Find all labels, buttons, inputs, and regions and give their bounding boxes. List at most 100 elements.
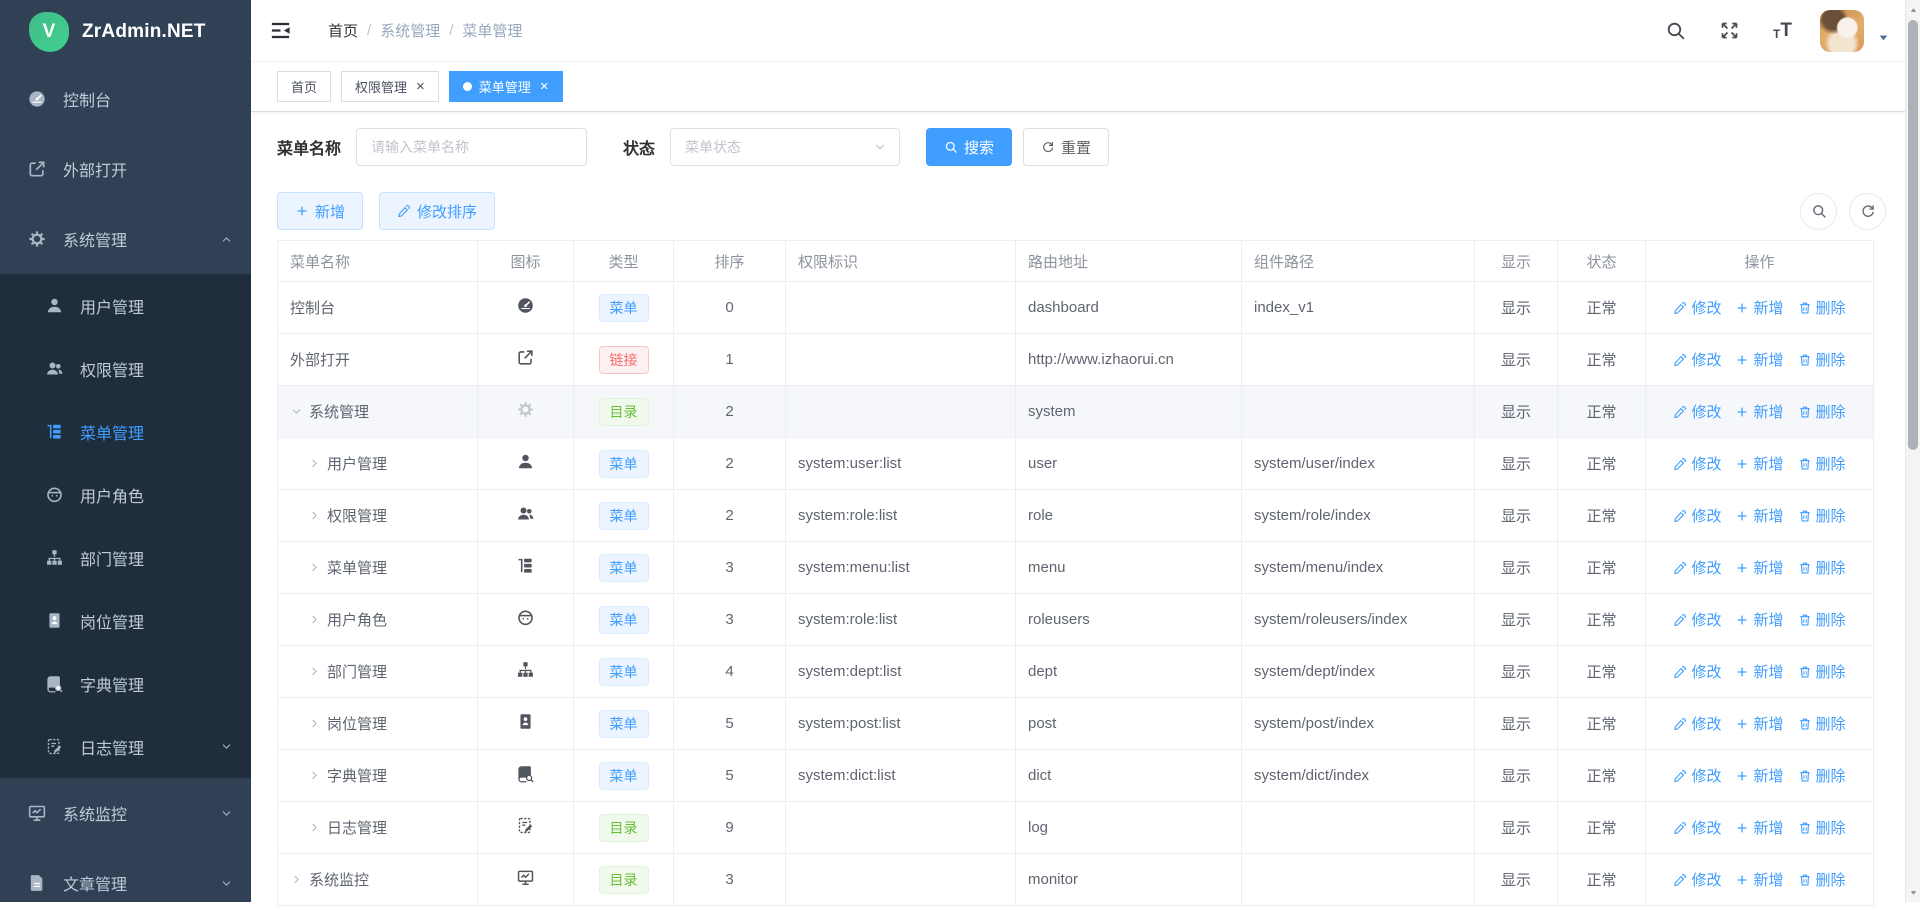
edit-link[interactable]: 修改 xyxy=(1673,817,1721,838)
add-link[interactable]: 新增 xyxy=(1735,817,1783,838)
delete-link[interactable]: 删除 xyxy=(1798,661,1846,682)
menu-type-cell: 菜单 xyxy=(574,282,674,334)
sidebar-item-dashboard[interactable]: 控制台 xyxy=(0,64,251,134)
delete-link[interactable]: 删除 xyxy=(1798,505,1846,526)
fullscreen-icon[interactable] xyxy=(1719,20,1740,41)
add-link[interactable]: 新增 xyxy=(1735,661,1783,682)
tab-menu[interactable]: 菜单管理× xyxy=(449,71,563,102)
close-tab-icon[interactable]: × xyxy=(540,79,549,94)
show-search-button[interactable] xyxy=(1800,193,1837,230)
caret-down-icon[interactable] xyxy=(1877,31,1890,44)
add-link[interactable]: 新增 xyxy=(1735,297,1783,318)
add-link[interactable]: 新增 xyxy=(1735,557,1783,578)
tab-home[interactable]: 首页 xyxy=(277,71,331,102)
sidebar-item-system[interactable]: 系统管理 xyxy=(0,204,251,274)
edit-link[interactable]: 修改 xyxy=(1673,453,1721,474)
scrollbar-thumb[interactable] xyxy=(1908,20,1918,450)
delete-link[interactable]: 删除 xyxy=(1798,401,1846,422)
menu-name-cell: 菜单管理 xyxy=(278,542,478,594)
add-button[interactable]: 新增 xyxy=(277,192,363,230)
component-cell: system/menu/index xyxy=(1242,542,1475,594)
edit-link[interactable]: 修改 xyxy=(1673,765,1721,786)
delete-link[interactable]: 删除 xyxy=(1798,869,1846,890)
close-tab-icon[interactable]: × xyxy=(416,79,425,94)
menu-name-cell: 部门管理 xyxy=(278,646,478,698)
search-button[interactable]: 搜索 xyxy=(926,128,1012,166)
sidebar-item-dict[interactable]: 字典管理 xyxy=(0,652,251,715)
scroll-up-icon[interactable] xyxy=(1906,2,1920,18)
sidebar-item-role[interactable]: 权限管理 xyxy=(0,337,251,400)
scroll-down-icon[interactable] xyxy=(1906,884,1920,900)
vertical-scrollbar[interactable] xyxy=(1905,0,1920,902)
chevron-right-icon[interactable] xyxy=(308,561,321,574)
chevron-right-icon[interactable] xyxy=(308,769,321,782)
add-link[interactable]: 新增 xyxy=(1735,869,1783,890)
edit-link[interactable]: 修改 xyxy=(1673,713,1721,734)
edit-link[interactable]: 修改 xyxy=(1673,609,1721,630)
chevron-right-icon[interactable] xyxy=(308,821,321,834)
plus-icon xyxy=(295,204,309,218)
refresh-icon xyxy=(1041,140,1055,154)
breadcrumb-item-home[interactable]: 首页 xyxy=(328,20,358,41)
tab-role[interactable]: 权限管理× xyxy=(341,71,439,102)
edit-link[interactable]: 修改 xyxy=(1673,661,1721,682)
edit-link[interactable]: 修改 xyxy=(1673,505,1721,526)
plus-icon xyxy=(1735,301,1749,315)
chevron-right-icon[interactable] xyxy=(308,509,321,522)
delete-link[interactable]: 删除 xyxy=(1798,609,1846,630)
font-size-icon[interactable]: TT xyxy=(1773,21,1792,40)
delete-link[interactable]: 删除 xyxy=(1798,453,1846,474)
sidebar-item-menu[interactable]: 菜单管理 xyxy=(0,400,251,463)
sidebar-item-log[interactable]: 日志管理 xyxy=(0,715,251,778)
menu-icon-cell xyxy=(478,594,574,646)
edit-link[interactable]: 修改 xyxy=(1673,557,1721,578)
add-link[interactable]: 新增 xyxy=(1735,765,1783,786)
edit-link[interactable]: 修改 xyxy=(1673,349,1721,370)
chevron-right-icon[interactable] xyxy=(308,613,321,626)
sidebar-item-external-link[interactable]: 外部打开 xyxy=(0,134,251,204)
sidebar-toggle-icon[interactable] xyxy=(269,19,292,42)
sidebar-item-post[interactable]: 岗位管理 xyxy=(0,589,251,652)
sidebar-item-article[interactable]: 文章管理 xyxy=(0,848,251,918)
add-link[interactable]: 新增 xyxy=(1735,505,1783,526)
chevron-right-icon[interactable] xyxy=(308,717,321,730)
sidebar-item-monitor[interactable]: 系统监控 xyxy=(0,778,251,848)
delete-link[interactable]: 删除 xyxy=(1798,817,1846,838)
user-avatar[interactable] xyxy=(1820,10,1864,52)
menu-icon-cell xyxy=(478,438,574,490)
app-logo[interactable]: V ZrAdmin.NET xyxy=(0,0,251,64)
chevron-down-icon[interactable] xyxy=(290,405,303,418)
chevron-right-icon[interactable] xyxy=(290,873,303,886)
modify-sort-button[interactable]: 修改排序 xyxy=(379,192,495,230)
edit-link[interactable]: 修改 xyxy=(1673,297,1721,318)
trash-icon xyxy=(1798,509,1812,523)
delete-link[interactable]: 删除 xyxy=(1798,349,1846,370)
menu-name-input[interactable] xyxy=(356,128,587,166)
add-link[interactable]: 新增 xyxy=(1735,453,1783,474)
trash-icon xyxy=(1798,821,1812,835)
table-row-roleusers: 用户角色菜单3system:role:listroleuserssystem/r… xyxy=(278,594,1874,646)
visible-cell: 显示 xyxy=(1475,282,1558,334)
delete-link[interactable]: 删除 xyxy=(1798,713,1846,734)
table-row-dept: 部门管理菜单4system:dept:listdeptsystem/dept/i… xyxy=(278,646,1874,698)
edit-link[interactable]: 修改 xyxy=(1673,869,1721,890)
chevron-right-icon[interactable] xyxy=(308,665,321,678)
refresh-table-button[interactable] xyxy=(1849,193,1886,230)
add-link[interactable]: 新增 xyxy=(1735,609,1783,630)
reset-button[interactable]: 重置 xyxy=(1023,128,1109,166)
search-icon[interactable] xyxy=(1665,20,1686,41)
sidebar-item-dept[interactable]: 部门管理 xyxy=(0,526,251,589)
delete-link[interactable]: 删除 xyxy=(1798,297,1846,318)
delete-link[interactable]: 删除 xyxy=(1798,765,1846,786)
edit-link[interactable]: 修改 xyxy=(1673,401,1721,422)
component-cell xyxy=(1242,854,1475,906)
delete-link[interactable]: 删除 xyxy=(1798,557,1846,578)
operations-cell: 修改新增删除 xyxy=(1646,438,1874,490)
sidebar-item-user[interactable]: 用户管理 xyxy=(0,274,251,337)
add-link[interactable]: 新增 xyxy=(1735,401,1783,422)
add-link[interactable]: 新增 xyxy=(1735,349,1783,370)
chevron-right-icon[interactable] xyxy=(308,457,321,470)
add-link[interactable]: 新增 xyxy=(1735,713,1783,734)
status-select[interactable]: 菜单状态 xyxy=(670,128,900,166)
sidebar-item-roleusers[interactable]: 用户角色 xyxy=(0,463,251,526)
